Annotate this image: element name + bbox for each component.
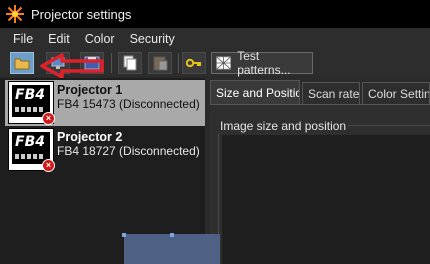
window-title: Projector settings — [31, 6, 132, 22]
paste-icon — [153, 56, 168, 71]
copy-button[interactable] — [118, 52, 142, 74]
annotation-arrow-icon — [40, 53, 104, 79]
image-rectangle[interactable] — [124, 234, 220, 264]
menu-edit[interactable]: Edit — [41, 32, 78, 46]
tab-color-settings[interactable]: Color Settings — [362, 82, 430, 104]
menu-bar: File Edit Color Security — [0, 28, 430, 49]
test-pattern-icon — [216, 56, 232, 70]
fb4-badge: FB4 — [15, 134, 45, 150]
device-status: FB4 18727 (Disconnected) — [57, 144, 200, 158]
resize-handle[interactable] — [122, 233, 126, 237]
resize-handle[interactable] — [170, 233, 174, 237]
toolbar-separator — [111, 53, 112, 73]
title-bar: Projector settings — [0, 0, 430, 28]
device-thumbnail: FB4 × — [8, 128, 55, 172]
copy-icon — [123, 55, 137, 71]
tab-scan-rate[interactable]: Scan rate — [302, 82, 360, 104]
paste-button[interactable] — [148, 52, 172, 74]
fb4-badge: FB4 — [15, 87, 45, 103]
open-button[interactable] — [10, 52, 34, 74]
open-folder-icon — [14, 58, 30, 70]
error-icon: × — [42, 159, 55, 172]
size-and-position-panel: Image size and position — [210, 104, 430, 264]
test-patterns-button[interactable]: Test patterns... — [211, 49, 313, 77]
image-preview-canvas[interactable] — [222, 135, 430, 264]
device-item-projector-1[interactable]: FB4 × Projector 1 FB4 15473 (Disconnecte… — [5, 80, 205, 126]
projector-app-icon — [6, 5, 24, 23]
error-icon: × — [42, 112, 55, 125]
test-patterns-label: Test patterns... — [237, 49, 291, 77]
device-name: Projector 1 — [57, 83, 123, 97]
device-name: Projector 2 — [57, 130, 123, 144]
menu-file[interactable]: File — [6, 32, 41, 46]
group-title: Image size and position — [218, 119, 349, 133]
toolbar-separator — [178, 53, 179, 73]
key-button[interactable] — [182, 52, 206, 74]
device-status: FB4 15473 (Disconnected) — [57, 97, 200, 111]
menu-security[interactable]: Security — [123, 32, 183, 46]
settings-tabs: Size and Position Scan rate Color Settin… — [210, 80, 430, 105]
device-item-projector-2[interactable]: FB4 × Projector 2 FB4 18727 (Disconnecte… — [5, 127, 205, 173]
device-thumbnail: FB4 × — [8, 81, 55, 125]
key-icon — [186, 58, 201, 68]
menu-color[interactable]: Color — [78, 32, 123, 46]
tab-size-and-position[interactable]: Size and Position — [210, 80, 300, 105]
